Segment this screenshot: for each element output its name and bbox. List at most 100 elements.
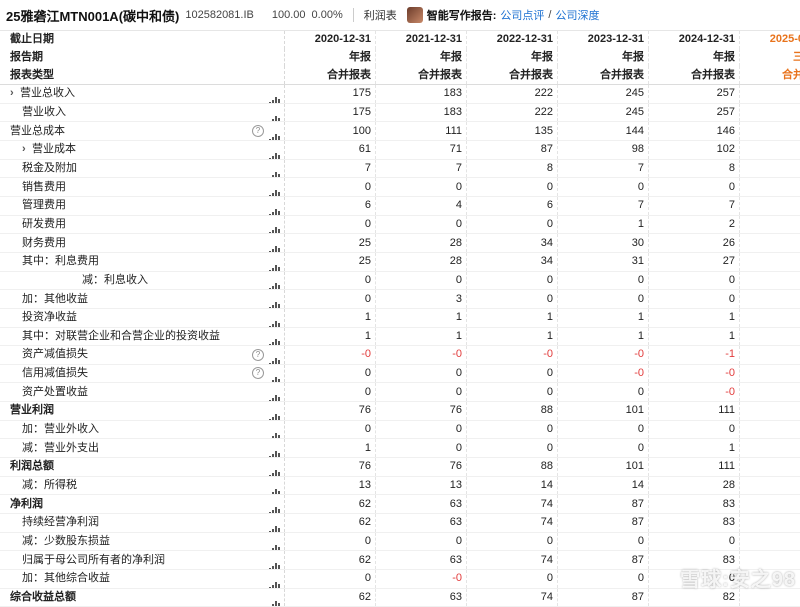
value-cell: 0	[558, 420, 649, 439]
value-cell: 13	[376, 476, 467, 495]
value-cell: 0	[285, 383, 376, 402]
value-cell: 8	[649, 159, 740, 178]
header-cell: 合并报表	[285, 66, 376, 84]
bar-chart-icon[interactable]	[268, 462, 280, 471]
value-cell: 26	[649, 234, 740, 253]
row-icons	[252, 290, 285, 309]
bar-chart-icon[interactable]	[268, 294, 280, 303]
bar-chart-icon[interactable]	[268, 518, 280, 527]
bar-chart-icon[interactable]	[268, 164, 280, 173]
value-cell: 76	[376, 458, 467, 477]
value-cell: 222	[467, 103, 558, 122]
value-cell: 74	[467, 495, 558, 514]
bar-chart-icon[interactable]	[268, 89, 280, 98]
value-cell: 0	[285, 532, 376, 551]
value-cell: 63	[376, 514, 467, 533]
value-cell: 0	[376, 420, 467, 439]
bar-chart-icon[interactable]	[268, 387, 280, 396]
value-cell: 0	[649, 532, 740, 551]
value-cell: 30	[558, 234, 649, 253]
header-cell: 年报	[649, 49, 740, 67]
value-cell: 0	[467, 570, 558, 589]
header-row: 报告期年报年报年报年报年报三季报	[0, 49, 800, 67]
help-icon[interactable]: ?	[252, 349, 264, 361]
value-cell: 63	[376, 495, 467, 514]
bar-chart-icon[interactable]	[268, 145, 280, 154]
value-cell: 0	[558, 271, 649, 290]
company-review-link[interactable]: 公司点评	[500, 7, 544, 23]
bar-chart-icon[interactable]	[268, 537, 280, 546]
value-cell: 87	[467, 140, 558, 159]
row-icons	[252, 402, 285, 421]
bar-chart-icon[interactable]	[268, 126, 280, 135]
bar-chart-icon[interactable]	[268, 219, 280, 228]
bar-chart-icon[interactable]	[268, 313, 280, 322]
bar-chart-icon[interactable]	[268, 182, 280, 191]
help-icon[interactable]: ?	[252, 367, 264, 379]
bar-chart-icon[interactable]	[268, 369, 280, 378]
bar-chart-icon[interactable]	[268, 257, 280, 266]
bar-chart-icon[interactable]	[268, 108, 280, 117]
row-label: 财务费用	[0, 234, 252, 253]
row-icons	[252, 570, 285, 589]
table-row: ›营业总收入175183222245257193	[0, 84, 800, 103]
bar-chart-icon[interactable]	[268, 201, 280, 210]
value-cell: 7	[558, 159, 649, 178]
value-cell: 87	[558, 551, 649, 570]
value-cell: 111	[376, 122, 467, 141]
bar-chart-icon[interactable]	[268, 555, 280, 564]
row-label: 管理费用	[0, 196, 252, 215]
row-icons	[252, 234, 285, 253]
value-cell: -0	[467, 346, 558, 365]
bar-chart-icon[interactable]	[268, 275, 280, 284]
table-row: 加：营业外收入000000	[0, 420, 800, 439]
value-cell: 0	[467, 420, 558, 439]
value-cell: 0	[649, 178, 740, 197]
table-row: ›营业成本6171879810272	[0, 140, 800, 159]
value-cell: 1	[376, 308, 467, 327]
table-row: 净利润626374878380	[0, 495, 800, 514]
value-cell: 63	[376, 551, 467, 570]
header-cell: 年报	[285, 49, 376, 67]
value-cell: 0	[467, 383, 558, 402]
expand-caret-icon[interactable]: ›	[22, 141, 32, 158]
row-icons	[252, 514, 285, 533]
value-cell: 62	[285, 514, 376, 533]
header-cell: 2024-12-31	[649, 31, 740, 49]
expand-caret-icon[interactable]: ›	[10, 85, 20, 102]
company-depth-link[interactable]: 公司深度	[555, 7, 599, 23]
value-cell: 1	[740, 215, 800, 234]
value-cell: 146	[649, 122, 740, 141]
value-cell: 28	[649, 476, 740, 495]
value-cell: 87	[558, 495, 649, 514]
value-cell: 88	[467, 458, 558, 477]
value-cell: 102	[649, 140, 740, 159]
bar-chart-icon[interactable]	[268, 443, 280, 452]
value-cell: 83	[649, 514, 740, 533]
value-cell: 1	[285, 308, 376, 327]
bar-chart-icon[interactable]	[268, 406, 280, 415]
help-icon[interactable]: ?	[252, 125, 264, 137]
bar-chart-icon[interactable]	[268, 331, 280, 340]
value-cell: 31	[558, 252, 649, 271]
value-cell: 1	[649, 308, 740, 327]
row-icons	[252, 140, 285, 159]
row-icons	[252, 308, 285, 327]
tab-income-statement[interactable]: 利润表	[364, 7, 397, 23]
row-icons	[252, 196, 285, 215]
bar-chart-icon[interactable]	[268, 499, 280, 508]
value-cell: 193	[740, 84, 800, 103]
value-cell: 0	[740, 290, 800, 309]
bar-chart-icon[interactable]	[268, 425, 280, 434]
value-cell: 245	[558, 84, 649, 103]
bar-chart-icon[interactable]	[268, 350, 280, 359]
row-label: 减：所得税	[0, 476, 252, 495]
value-cell: 0	[285, 290, 376, 309]
row-icons	[252, 252, 285, 271]
bar-chart-icon[interactable]	[268, 574, 280, 583]
row-label: 减：利息收入	[0, 271, 252, 290]
bar-chart-icon[interactable]	[268, 481, 280, 490]
bar-chart-icon[interactable]	[268, 238, 280, 247]
table-row: 营业总成本?10011113514414699	[0, 122, 800, 141]
value-cell: 0	[376, 364, 467, 383]
